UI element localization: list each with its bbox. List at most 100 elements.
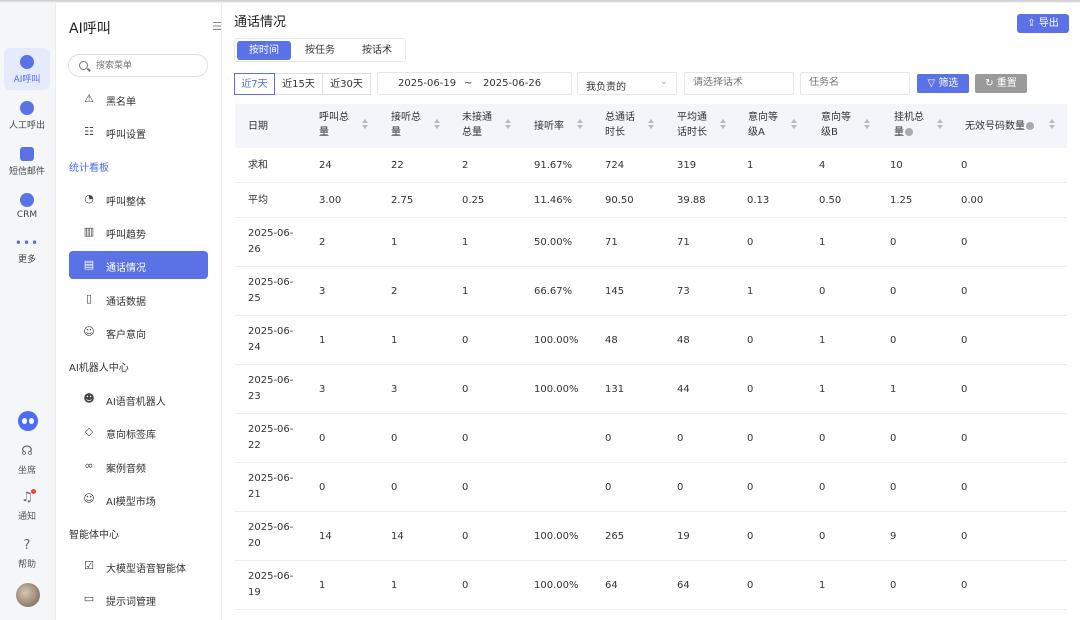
sidebar-item-prompt-manage[interactable]: ▭ 提示词管理 <box>69 585 208 613</box>
sidebar-group-agent-center[interactable]: 智能体中心 <box>69 526 119 541</box>
table-cell: 319 <box>677 159 697 171</box>
rail-item-crm[interactable]: CRM <box>4 186 50 228</box>
range-30-days[interactable]: 近30天 <box>323 73 371 95</box>
task-name-field[interactable] <box>800 72 910 95</box>
script-select[interactable] <box>684 72 794 95</box>
table-cell: 1 <box>890 383 897 395</box>
menu-search[interactable] <box>68 54 208 77</box>
script-select-input[interactable] <box>693 77 780 88</box>
table-cell: 0.50 <box>819 194 842 206</box>
filter-button[interactable]: ▽ 筛选 <box>917 74 969 93</box>
table-cell: 2 <box>391 285 398 297</box>
rail-item-ai-call[interactable]: AI呼叫 <box>4 48 50 90</box>
sort-icon[interactable] <box>936 119 944 131</box>
date-start: 2025-06-19 <box>398 78 457 89</box>
col-total-calls[interactable]: 呼叫总量 <box>319 110 349 144</box>
table-cell: 265 <box>605 530 625 542</box>
table-cell: 0 <box>462 481 469 493</box>
col-intent-b[interactable]: 意向等 级B <box>821 110 851 144</box>
sort-icon[interactable] <box>576 119 584 131</box>
table-cell: 100.00% <box>534 334 579 346</box>
sort-icon[interactable] <box>790 119 798 131</box>
info-icon[interactable] <box>1026 122 1034 130</box>
rail-item-manual-call[interactable]: 人工呼出 <box>4 94 50 136</box>
table-cell: 1 <box>319 334 326 346</box>
table-cell: 3 <box>319 285 326 297</box>
table-cell: 50.00% <box>534 236 573 248</box>
ai-call-icon <box>20 55 34 69</box>
reset-button[interactable]: ↻ 重置 <box>975 74 1027 93</box>
main-content: 通话情况 ⇪ 导出 按时间 按任务 按话术 近7天 近15天 近30天 2025… <box>223 3 1080 620</box>
crm-icon <box>20 193 34 207</box>
sidebar-item-case-audio[interactable]: ∞ 案例音频 <box>69 452 208 480</box>
table-cell: 0 <box>819 530 826 542</box>
sort-icon[interactable] <box>647 119 655 131</box>
sidebar-group-stats[interactable]: 统计看板 <box>69 159 109 174</box>
sort-icon[interactable] <box>361 119 369 131</box>
col-answered[interactable]: 接听总量 <box>391 110 421 144</box>
sidebar-item-model-market[interactable]: ☺ AI模型市场 <box>69 485 208 513</box>
table-cell: 0 <box>747 236 754 248</box>
sidebar-item-voice-agent[interactable]: ☑ 大模型语音智能体 <box>69 552 208 580</box>
table-row: 2025-06-22 0 0 0 0 0 0 0 0 0 <box>235 414 1067 463</box>
sidebar-item-blacklist[interactable]: ⚠ 黑名单 <box>69 85 208 113</box>
col-unconnected[interactable]: 未接通 总量 <box>462 110 492 144</box>
sort-icon[interactable] <box>863 119 871 131</box>
sidebar-item-call-status[interactable]: ▤ 通话情况 <box>69 251 208 279</box>
table-cell: 求和 <box>248 159 268 171</box>
table-cell: 1 <box>747 159 754 171</box>
table-cell: 91.67% <box>534 159 573 171</box>
range-7-days[interactable]: 近7天 <box>234 73 275 95</box>
table-cell: 0 <box>819 481 826 493</box>
table-cell: 2025-06-20 <box>248 522 294 549</box>
sidebar-item-intent-tags[interactable]: ◇ 意向标签库 <box>69 418 208 446</box>
table-cell: 0 <box>961 530 968 542</box>
sort-icon[interactable] <box>719 119 727 131</box>
rail-item-more[interactable]: ••• 更多 <box>4 232 50 274</box>
agent-icon: ☑ <box>84 559 94 572</box>
col-avg-duration[interactable]: 平均通 话时长 <box>677 110 707 144</box>
rail-item-sms-mail[interactable]: 短信邮件 <box>4 140 50 182</box>
rail-item-seat[interactable]: ☊ 坐席 <box>4 445 50 477</box>
sidebar-item-customer-intent[interactable]: ☺ 客户意向 <box>69 318 208 346</box>
date-range-picker[interactable]: 2025-06-19 ~ 2025-06-26 <box>377 72 572 95</box>
rail-item-help[interactable]: ? 帮助 <box>4 539 50 571</box>
sidebar-group-robot-center[interactable]: AI机器人中心 <box>69 359 129 374</box>
market-icon: ☺ <box>83 492 95 505</box>
table-cell: 4 <box>819 159 826 171</box>
sidebar-item-call-overall[interactable]: ◔ 呼叫整体 <box>69 185 208 213</box>
col-hangup[interactable]: 挂机总量 <box>894 110 924 144</box>
table-row: 2025-06-20 14 14 0 100.00% 265 19 0 0 9 0 <box>235 512 1067 561</box>
col-total-duration[interactable]: 总通话 时长 <box>605 110 635 144</box>
sidebar-item-voice-robot[interactable]: ☻ AI语音机器人 <box>69 385 208 413</box>
sidebar-item-call-settings[interactable]: ☷ 呼叫设置 <box>69 118 208 146</box>
sort-icon[interactable] <box>504 119 512 131</box>
assistant-bot-icon[interactable] <box>18 411 38 431</box>
range-15-days[interactable]: 近15天 <box>275 73 323 95</box>
table-cell: 平均 <box>248 194 268 206</box>
sort-icon[interactable] <box>1048 119 1056 131</box>
tab-by-task[interactable]: 按任务 <box>293 41 347 60</box>
prompt-icon: ▭ <box>83 592 95 605</box>
table-cell: 19 <box>677 530 690 542</box>
avatar[interactable] <box>16 583 40 607</box>
table-cell: 1 <box>391 579 398 591</box>
collapse-menu-icon[interactable]: ☰ <box>212 20 222 33</box>
sidebar-item-call-data[interactable]: ▯ 通话数据 <box>69 285 208 313</box>
menu-search-input[interactable] <box>96 58 206 74</box>
col-intent-a[interactable]: 意向等 级A <box>748 110 778 144</box>
export-button[interactable]: ⇪ 导出 <box>1017 14 1069 33</box>
sidebar-item-call-trend[interactable]: ▥ 呼叫趋势 <box>69 218 208 246</box>
date-end: 2025-06-26 <box>483 78 542 89</box>
sort-icon[interactable] <box>433 119 441 131</box>
owner-select[interactable]: 我负责的 ⌄ <box>577 72 677 95</box>
table-cell: 0 <box>747 383 754 395</box>
tab-by-script[interactable]: 按话术 <box>350 41 404 60</box>
table-cell: 0 <box>961 481 968 493</box>
table-cell: 3 <box>391 383 398 395</box>
rail-item-notify[interactable]: ♫ 通知 <box>4 490 50 523</box>
bell-icon: ♫ <box>21 490 33 505</box>
info-icon[interactable] <box>905 128 913 136</box>
task-name-input[interactable] <box>809 77 896 88</box>
tab-by-time[interactable]: 按时间 <box>237 41 291 60</box>
